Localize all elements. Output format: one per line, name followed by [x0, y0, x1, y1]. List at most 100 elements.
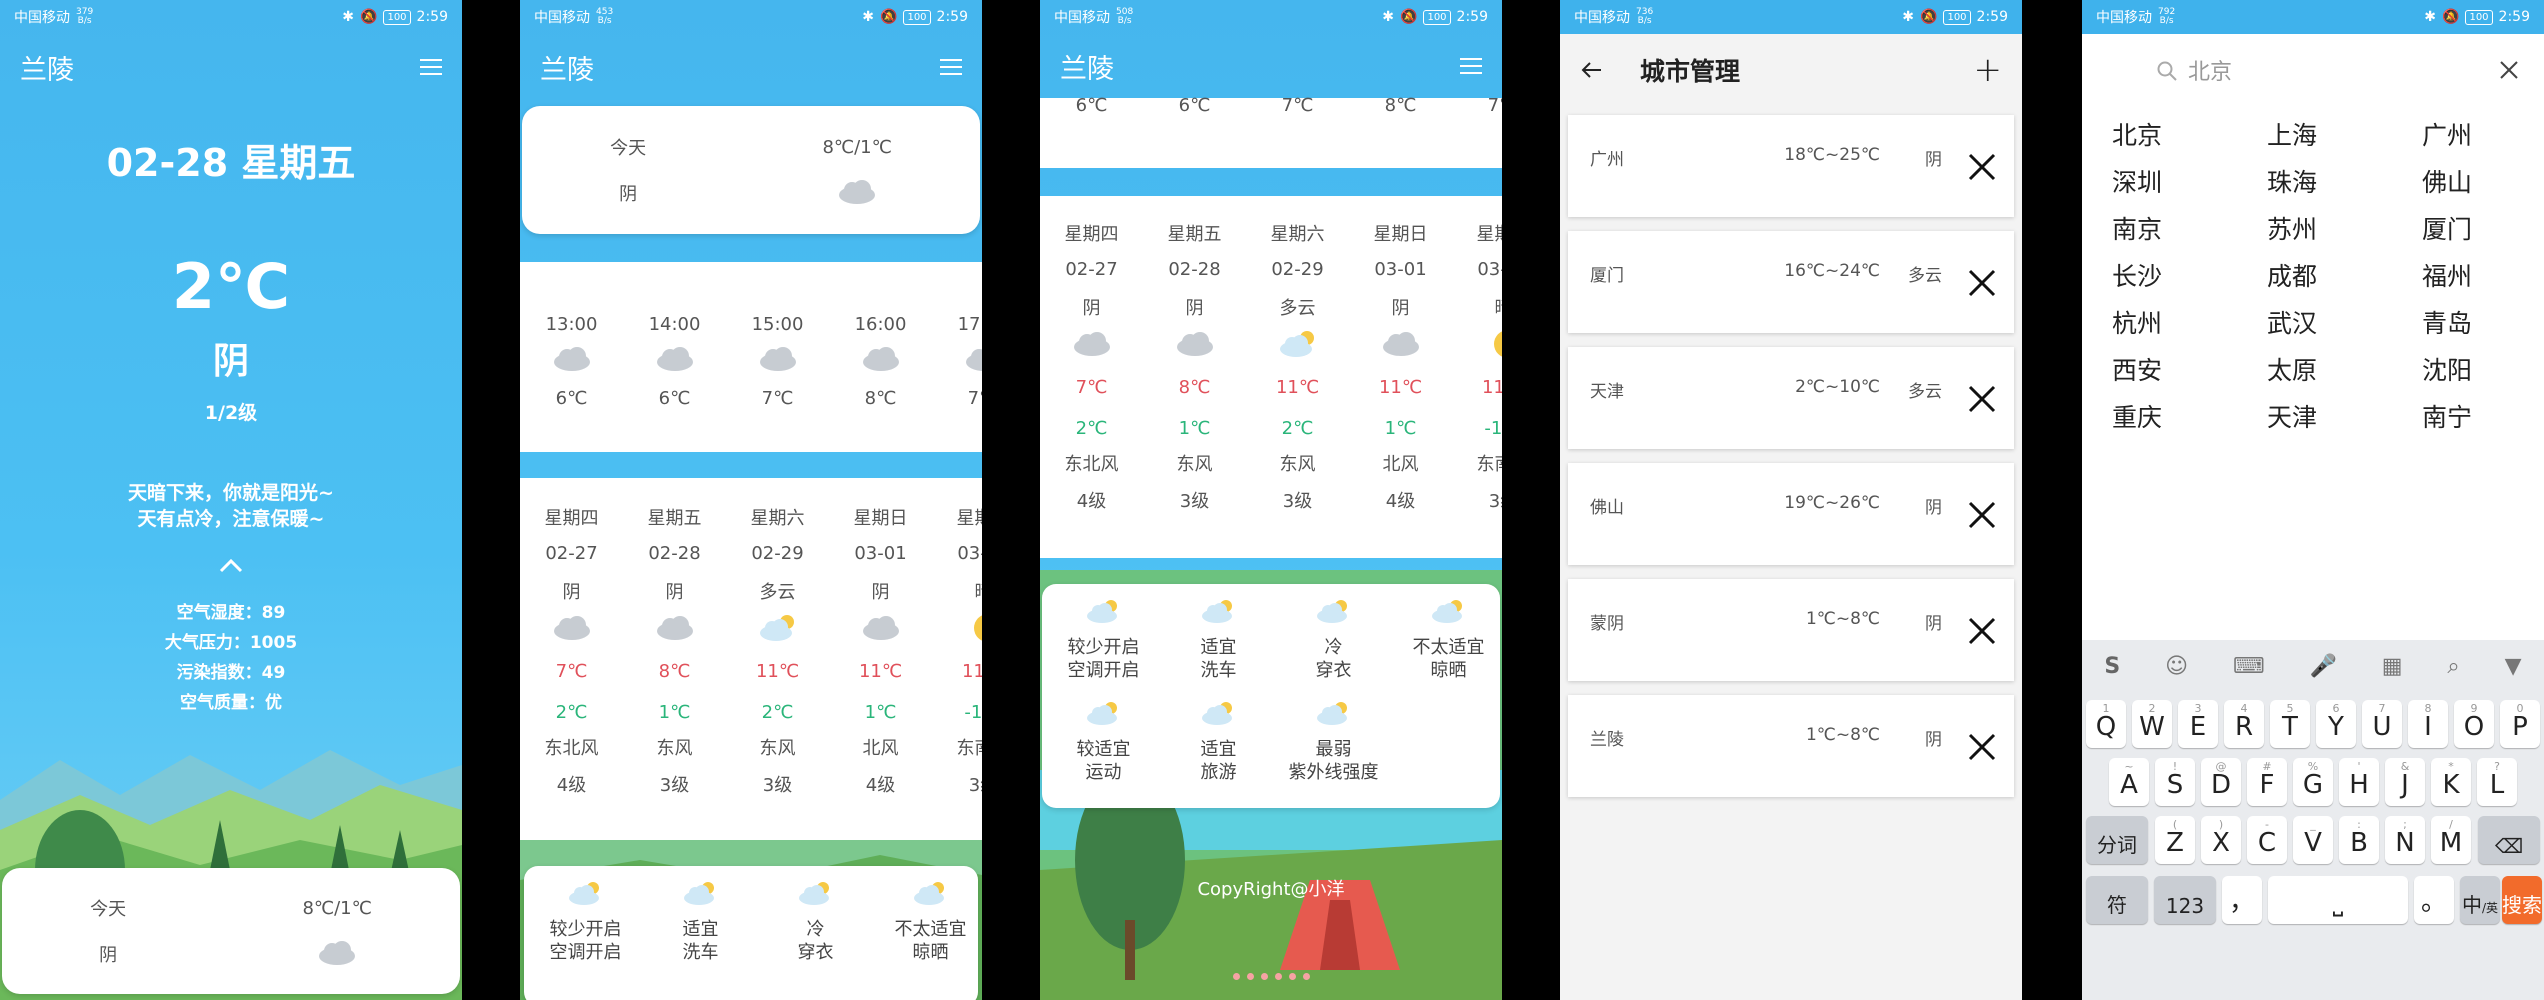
apps-icon[interactable]: ▦	[2382, 654, 2403, 679]
hot-city-item[interactable]: 沈阳	[2422, 351, 2542, 385]
sogou-logo-icon[interactable]: S	[2104, 654, 2120, 679]
close-icon[interactable]	[2498, 59, 2520, 81]
key[interactable]: 0P	[2500, 700, 2540, 748]
hot-city-item[interactable]: 福州	[2422, 257, 2542, 291]
key[interactable]: # F	[2247, 758, 2287, 806]
life-index-item[interactable]: 适宜 旅游	[1161, 700, 1276, 784]
menu-icon[interactable]	[1460, 58, 1482, 74]
city-card[interactable]: 厦门 16℃~24℃ 多云	[1568, 231, 2014, 333]
key[interactable]: & J	[2385, 758, 2425, 806]
key[interactable]: ) X	[2201, 816, 2241, 864]
key[interactable]: 9O	[2454, 700, 2494, 748]
keyboard-icon[interactable]: ⌨	[2233, 654, 2265, 679]
number-key[interactable]: 123	[2154, 876, 2216, 924]
life-index-item[interactable]: 不太适宜 晾晒	[873, 880, 982, 964]
key[interactable]: @ D	[2201, 758, 2241, 806]
comma-key[interactable]: ，	[2222, 876, 2262, 924]
hot-city-item[interactable]: 上海	[2267, 116, 2422, 150]
hot-city-item[interactable]: 太原	[2267, 351, 2422, 385]
hot-city-item[interactable]: 长沙	[2112, 257, 2267, 291]
today-card[interactable]: 今天阴 8℃/1℃	[2, 868, 460, 994]
key[interactable]: :B	[2339, 816, 2379, 864]
city-card[interactable]: 广州 18℃~25℃ 阴	[1568, 115, 2014, 217]
collapse-keyboard-icon[interactable]: ▼	[2505, 654, 2522, 679]
language-toggle-key[interactable]: 中/英	[2460, 876, 2500, 924]
key[interactable]: 5T	[2270, 700, 2310, 748]
hot-city-item[interactable]: 珠海	[2267, 163, 2422, 197]
key[interactable]: (Z	[2155, 816, 2195, 864]
delete-city-icon[interactable]	[1966, 499, 1998, 531]
hot-city-item[interactable]: 北京	[2112, 116, 2267, 150]
hot-city-item[interactable]: 广州	[2422, 116, 2542, 150]
space-key[interactable]: ⎵	[2268, 876, 2408, 924]
key[interactable]: -C	[2247, 816, 2287, 864]
hot-city-item[interactable]: 天津	[2267, 398, 2422, 432]
split-word-key[interactable]: 分词	[2086, 816, 2148, 864]
search-input[interactable]: 北京	[2188, 54, 2498, 86]
life-index-item[interactable]: 适宜 洗车	[643, 880, 758, 964]
key[interactable]: 1Q	[2086, 700, 2126, 748]
hot-city-item[interactable]: 杭州	[2112, 304, 2267, 338]
city-card[interactable]: 蒙阴 1℃~8℃ 阴	[1568, 579, 2014, 681]
symbol-key[interactable]: 符	[2086, 876, 2148, 924]
menu-icon[interactable]	[420, 59, 442, 75]
hot-city-item[interactable]: 重庆	[2112, 398, 2267, 432]
life-index-item[interactable]: 最弱 紫外线强度	[1276, 700, 1391, 784]
life-index-item[interactable]: 不太适宜 晾晒	[1391, 598, 1502, 682]
life-index-item[interactable]: 较少开启 空调开启	[528, 880, 643, 964]
key[interactable]: % G	[2293, 758, 2333, 806]
key[interactable]: ~ A	[2109, 758, 2149, 806]
daily-forecast: 星期四 02-27 阴 7℃ 2℃ 东北风 4级 星期五 02-28 阴 8℃ 1℃ 东风 3级 星期六 02…	[1040, 214, 1502, 518]
key[interactable]: ' H	[2339, 758, 2379, 806]
microphone-icon[interactable]: 🎤	[2310, 654, 2337, 679]
life-index-item[interactable]: 较适宜 运动	[1046, 700, 1161, 784]
key[interactable]: ; N	[2385, 816, 2425, 864]
period-key[interactable]: 。	[2414, 876, 2454, 924]
emoji-icon[interactable]: ☺	[2165, 654, 2188, 679]
key[interactable]: 2W	[2132, 700, 2172, 748]
key[interactable]: ? L	[2477, 758, 2517, 806]
hot-city-item[interactable]: 深圳	[2112, 163, 2267, 197]
key[interactable]: 3E	[2178, 700, 2218, 748]
key[interactable]: ! S	[2155, 758, 2195, 806]
key[interactable]: _ V	[2293, 816, 2333, 864]
city-card[interactable]: 天津 2℃~10℃ 多云	[1568, 347, 2014, 449]
key[interactable]: 8I	[2408, 700, 2448, 748]
delete-city-icon[interactable]	[1966, 731, 1998, 763]
chevron-up-icon[interactable]	[218, 553, 244, 579]
day-item: 星期五 02-28 阴 8℃ 1℃ 东风 3级	[623, 498, 726, 802]
day-wind-level: 3级	[1179, 490, 1210, 512]
menu-icon[interactable]	[940, 59, 962, 75]
delete-city-icon[interactable]	[1966, 267, 1998, 299]
key[interactable]: 7U	[2362, 700, 2402, 748]
hot-city-item[interactable]: 青岛	[2422, 304, 2542, 338]
backspace-key[interactable]: ⌫	[2478, 816, 2540, 864]
key[interactable]: 4R	[2224, 700, 2264, 748]
key[interactable]: 6Y	[2316, 700, 2356, 748]
key[interactable]: * K	[2431, 758, 2471, 806]
city-card[interactable]: 佛山 19℃~26℃ 阴	[1568, 463, 2014, 565]
delete-city-icon[interactable]	[1966, 383, 1998, 415]
hot-city-item[interactable]: 武汉	[2267, 304, 2422, 338]
search-key[interactable]: 搜索	[2502, 876, 2542, 924]
hot-city-item[interactable]: 南宁	[2422, 398, 2542, 432]
hot-city-item[interactable]: 西安	[2112, 351, 2267, 385]
life-index-item[interactable]: 适宜 洗车	[1161, 598, 1276, 682]
key[interactable]: / M	[2431, 816, 2471, 864]
hot-city-item[interactable]: 成都	[2267, 257, 2422, 291]
delete-city-icon[interactable]	[1966, 615, 1998, 647]
delete-city-icon[interactable]	[1966, 151, 1998, 183]
hot-city-item[interactable]: 苏州	[2267, 210, 2422, 244]
keyboard-search-icon[interactable]: ⌕	[2447, 654, 2459, 679]
back-arrow-icon[interactable]	[1580, 58, 1604, 82]
page-indicator[interactable]	[1040, 973, 1502, 980]
hot-city-item[interactable]: 厦门	[2422, 210, 2542, 244]
hot-city-item[interactable]: 佛山	[2422, 163, 2542, 197]
life-index-item[interactable]: 较少开启 空调开启	[1046, 598, 1161, 682]
life-index-item[interactable]: 冷穿衣	[1276, 598, 1391, 682]
hot-city-item[interactable]: 南京	[2112, 210, 2267, 244]
add-city-icon[interactable]: +	[1974, 50, 2003, 90]
life-index-item[interactable]: 冷穿衣	[758, 880, 873, 964]
city-card[interactable]: 兰陵 1℃~8℃ 阴	[1568, 695, 2014, 797]
today-card[interactable]: 今天阴 8℃/1℃	[522, 106, 980, 234]
